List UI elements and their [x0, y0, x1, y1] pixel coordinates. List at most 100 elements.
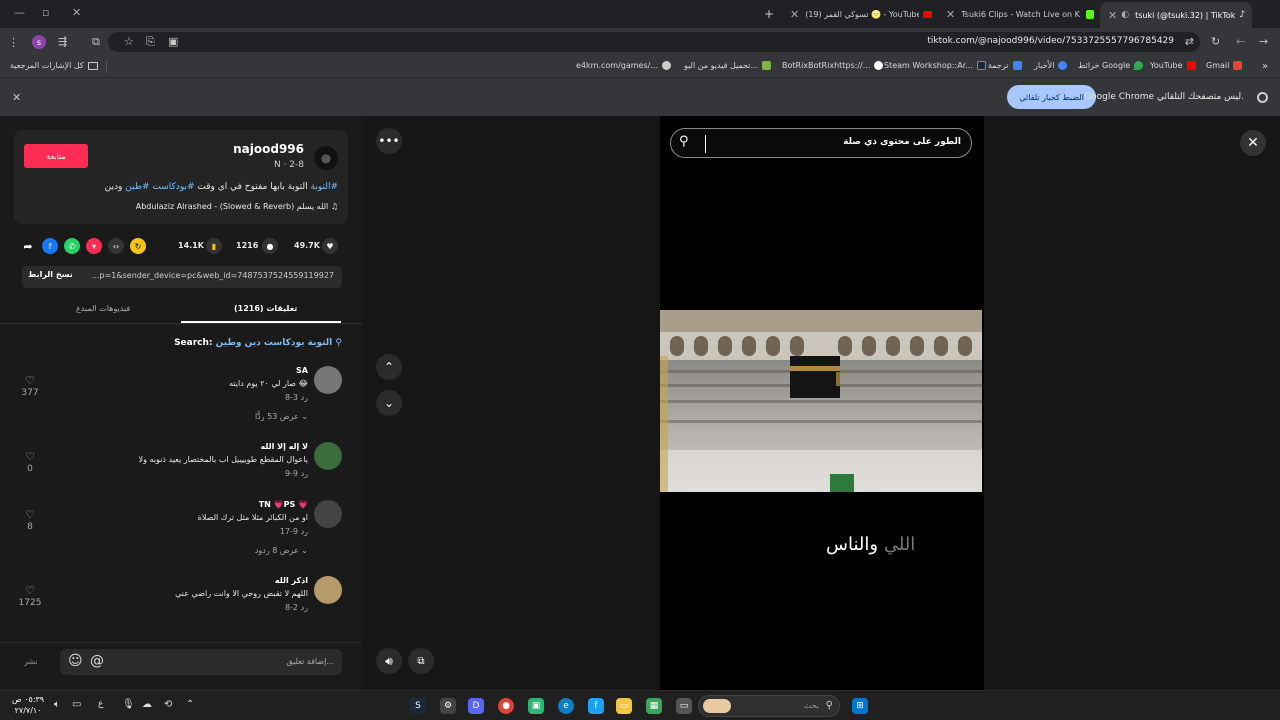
- window-taskbar-icon[interactable]: ▭: [676, 698, 692, 714]
- follow-button[interactable]: متابعة: [24, 144, 88, 168]
- start-button[interactable]: ⊞: [852, 698, 868, 714]
- tab-tiktok[interactable]: ✕ ◐ tsuki (@tsuki.32) | TikTok ♪: [1100, 2, 1252, 28]
- steam-taskbar-icon[interactable]: S: [410, 698, 426, 714]
- taskbar-search[interactable]: بحث ⚲: [698, 695, 840, 717]
- network-icon[interactable]: ▭: [72, 699, 81, 710]
- tab-youtube[interactable]: ✕ (19) تسوكي القمر 🌝 - YouTube: [784, 3, 932, 25]
- commenter-avatar[interactable]: [314, 576, 342, 604]
- bookmark-icon[interactable]: ▮: [206, 238, 222, 254]
- copy-link-button[interactable]: نسخ الرابط: [28, 270, 73, 279]
- hashtag-link[interactable]: #بودكاست: [152, 182, 194, 192]
- minimize-icon[interactable]: —: [14, 6, 25, 19]
- comment-heart-icon[interactable]: ♡: [18, 374, 42, 387]
- close-tab-icon[interactable]: ✕: [790, 8, 799, 21]
- close-tab-icon[interactable]: ✕: [1108, 9, 1117, 22]
- facebook-share-icon[interactable]: f: [42, 238, 58, 254]
- commenter-name[interactable]: SA: [296, 366, 308, 375]
- more-options-icon[interactable]: •••: [376, 128, 402, 154]
- maximize-icon[interactable]: ▫: [42, 6, 49, 19]
- commenter-name[interactable]: اذكر الله: [275, 576, 308, 585]
- post-comment-button[interactable]: نشر: [24, 657, 38, 666]
- new-tab-button[interactable]: +: [764, 3, 774, 25]
- embed-icon[interactable]: ‹›: [108, 238, 124, 254]
- close-infobar-icon[interactable]: ✕: [12, 91, 21, 104]
- bookmark-youtube[interactable]: YouTube: [1150, 61, 1196, 70]
- video-player[interactable]: ⚲ الطور على محتوى ذي صلة اللي والناس: [660, 116, 984, 690]
- comment-input[interactable]: ☺ @ إضافة تعليق...: [60, 649, 342, 675]
- share-link-text[interactable]: ...p=1&sender_device=pc&web_id=748753752…: [92, 271, 334, 280]
- install-app-icon[interactable]: ⎘: [146, 35, 155, 49]
- heart-icon[interactable]: ♥: [322, 238, 338, 254]
- chrome-taskbar-icon[interactable]: ●: [498, 698, 514, 714]
- omnibox[interactable]: ☆ ⎘ ▣ tiktok.com/@najood996/video/753372…: [108, 32, 1200, 52]
- comment-meta[interactable]: 8-3 رد: [285, 393, 308, 402]
- commenter-avatar[interactable]: [314, 442, 342, 470]
- tab-creator-videos[interactable]: فيديوهات المبدع: [76, 304, 130, 313]
- bookmark-steam[interactable]: Steam Workshop::Ar...: [884, 61, 986, 70]
- whatsapp-share-icon[interactable]: ✆: [64, 238, 80, 254]
- related-search-box[interactable]: ⚲ الطور على محتوى ذي صلة: [670, 128, 972, 158]
- profile-avatar[interactable]: s: [32, 35, 46, 49]
- language-indicator[interactable]: ع: [98, 699, 103, 709]
- set-default-button[interactable]: الضبط كخيار تلقائي: [1007, 85, 1096, 109]
- commenter-avatar[interactable]: [314, 366, 342, 394]
- comment-meta[interactable]: 8-2 رد: [285, 603, 308, 612]
- author-username[interactable]: najood996: [233, 142, 304, 156]
- tab-kick[interactable]: ✕ Tsuki6 Clips - Watch Live on Kick: [940, 3, 1094, 25]
- cloud-icon[interactable]: ☁: [142, 699, 152, 710]
- commenter-avatar[interactable]: [314, 500, 342, 528]
- comment-heart-icon[interactable]: ♡: [18, 450, 42, 463]
- facebook-taskbar-icon[interactable]: f: [588, 698, 604, 714]
- more-bookmarks-icon[interactable]: »: [1262, 61, 1268, 72]
- comment-heart-icon[interactable]: ♡: [18, 508, 42, 521]
- comment-meta[interactable]: 17-9 رد: [280, 527, 308, 536]
- bookmark-maps[interactable]: خرائط Google: [1078, 61, 1144, 70]
- bookmark-botrix[interactable]: BotRixBotRixhttps://...: [782, 61, 884, 70]
- next-video-icon[interactable]: ⌄: [376, 390, 402, 416]
- settings-taskbar-icon[interactable]: ⚙: [440, 698, 456, 714]
- view-replies-button[interactable]: عرض 8 ردود ⌄: [255, 546, 308, 555]
- back-icon[interactable]: →: [1259, 35, 1268, 48]
- bookmark-star-icon[interactable]: ☆: [124, 35, 134, 48]
- commenter-name[interactable]: TN 💗PS 💗: [259, 500, 308, 509]
- bookmark-e4km[interactable]: e4km.com/games/...: [576, 61, 671, 70]
- close-tab-icon[interactable]: ✕: [946, 8, 955, 21]
- commenter-name[interactable]: لا إله إلا الله: [261, 442, 308, 451]
- comment-icon[interactable]: ●: [262, 238, 278, 254]
- menu-icon[interactable]: ⋮: [8, 36, 19, 49]
- bookmark-gmail[interactable]: Gmail: [1206, 61, 1243, 70]
- bookmark-translate[interactable]: ترجمة: [988, 61, 1022, 70]
- speaker-icon[interactable]: 🔈︎: [54, 699, 60, 710]
- store-taskbar-icon[interactable]: ▦: [646, 698, 662, 714]
- all-bookmarks-folder[interactable]: كل الإشارات المرجعية: [10, 61, 98, 70]
- bookmark-video-download[interactable]: تحميل فيديو من اليو...: [684, 61, 772, 70]
- discord-taskbar-icon[interactable]: D: [468, 698, 484, 714]
- cast-icon[interactable]: ▣: [168, 35, 178, 48]
- close-video-icon[interactable]: ✕: [1240, 130, 1266, 156]
- repost-icon[interactable]: ↻: [130, 238, 146, 254]
- related-search[interactable]: Search: التوبة بودكاست دين وطين ⚲: [174, 338, 342, 348]
- forward-icon[interactable]: ←: [1236, 35, 1245, 48]
- emoji-icon[interactable]: ☺: [68, 653, 83, 669]
- microphone-icon[interactable]: 🎙︎: [122, 699, 135, 710]
- share-arrow-icon[interactable]: ➦: [20, 238, 36, 254]
- mute-tab-icon[interactable]: ◐: [1121, 10, 1129, 20]
- picture-in-picture-icon[interactable]: ⧉: [408, 648, 434, 674]
- edge-taskbar-icon[interactable]: e: [558, 698, 574, 714]
- sync-icon[interactable]: ⟲: [164, 699, 172, 710]
- extensions-icon[interactable]: ⧉: [92, 35, 100, 49]
- previous-video-icon[interactable]: ⌃: [376, 354, 402, 380]
- clock[interactable]: ٠٥:٣٩ ص ٢٧/٧/١٠: [12, 694, 44, 716]
- send-share-icon[interactable]: ▾: [86, 238, 102, 254]
- app-taskbar-icon[interactable]: ▣: [528, 698, 544, 714]
- tab-comments[interactable]: تعليقات (1216): [234, 304, 297, 313]
- tray-overflow-icon[interactable]: ⌃: [186, 699, 194, 710]
- site-settings-icon[interactable]: ⇄: [1185, 35, 1194, 48]
- tab-search-icon[interactable]: ⇶: [58, 35, 67, 48]
- comment-heart-icon[interactable]: ♡: [18, 584, 42, 597]
- volume-icon[interactable]: 🔊︎: [376, 648, 402, 674]
- hashtag-link[interactable]: #طين: [125, 182, 149, 192]
- author-avatar[interactable]: ●: [314, 146, 338, 170]
- hashtag-link[interactable]: #التوبة: [311, 182, 338, 192]
- close-window-icon[interactable]: ✕: [72, 6, 81, 19]
